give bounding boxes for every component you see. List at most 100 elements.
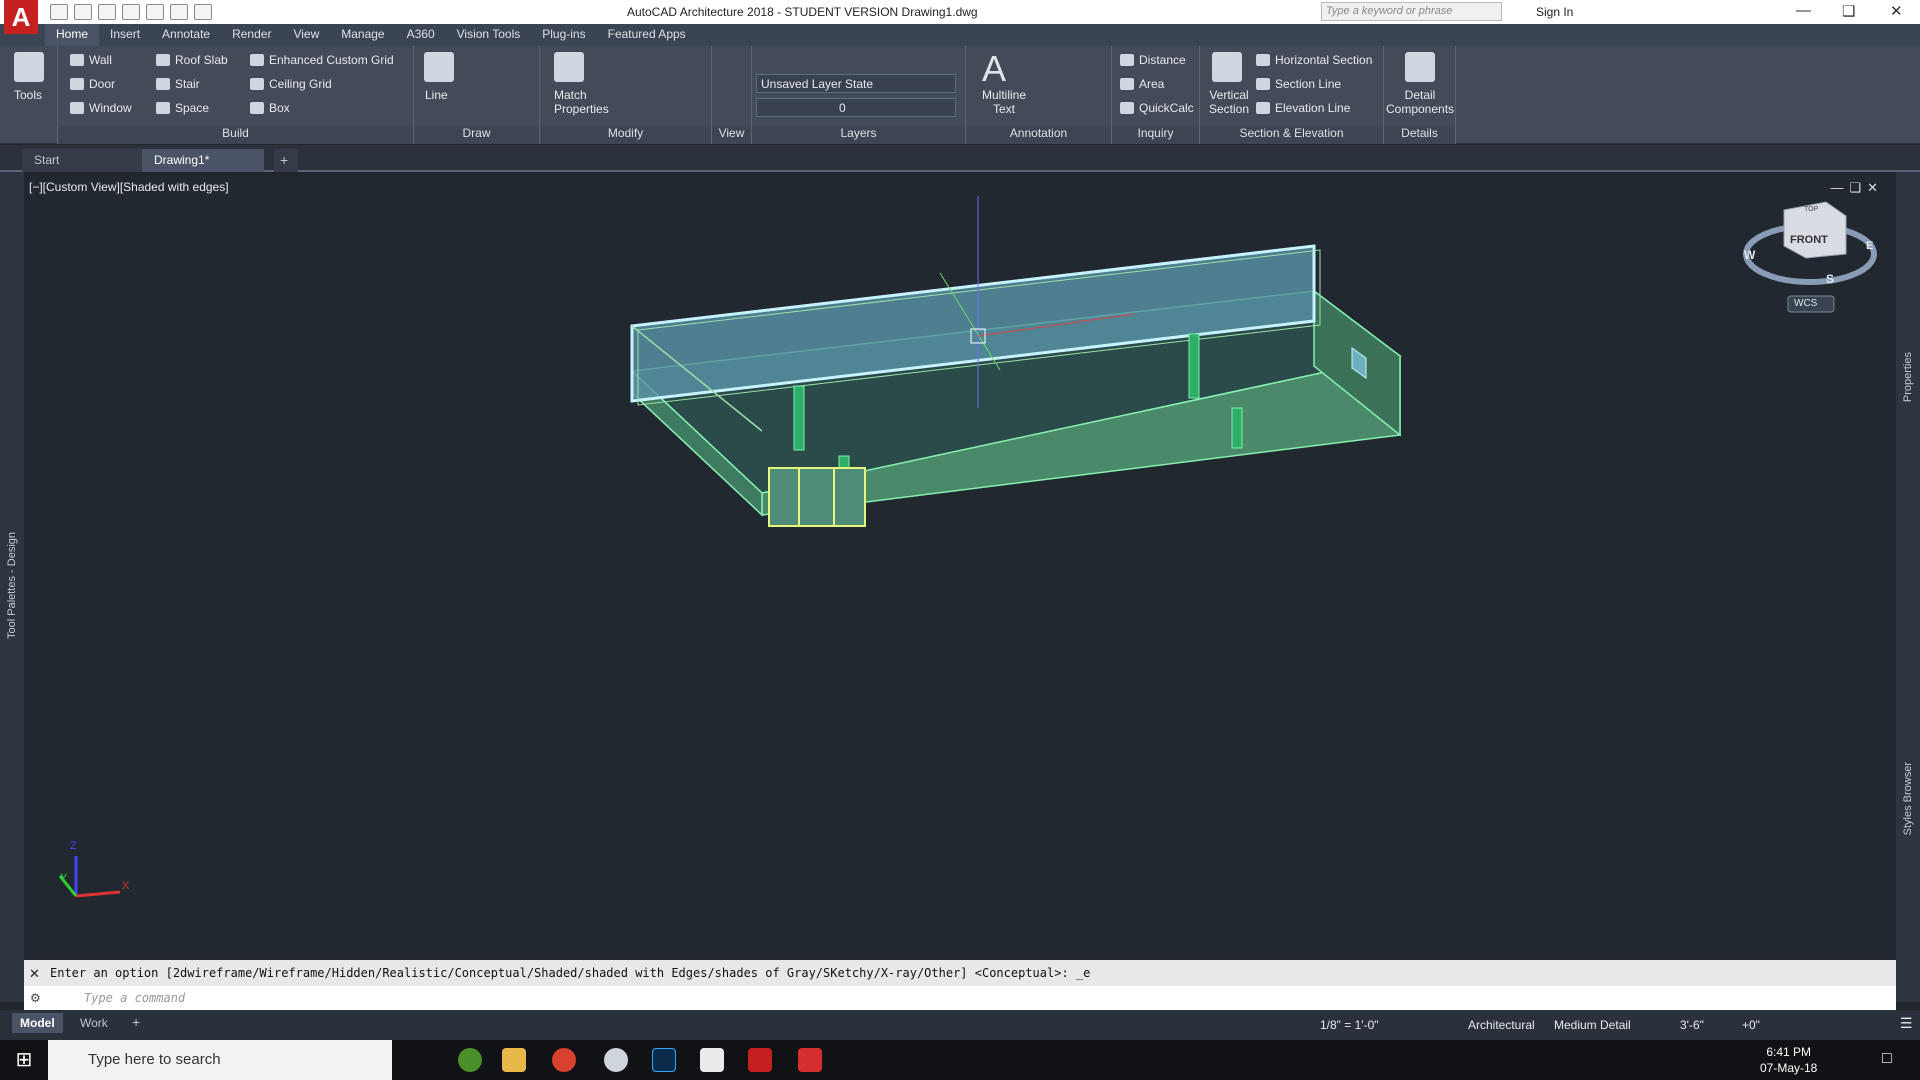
tab-featured-apps[interactable]: Featured Apps: [597, 24, 697, 46]
layer-dropdown[interactable]: 0: [756, 98, 956, 117]
status-menu-icon[interactable]: ☰: [1900, 1015, 1913, 1032]
column[interactable]: [1188, 333, 1200, 399]
stair-button[interactable]: Stair: [156, 77, 200, 91]
tab-manage[interactable]: Manage: [330, 24, 395, 46]
command-input[interactable]: Type a command: [24, 986, 1896, 1010]
compass-east[interactable]: E: [1866, 240, 1873, 252]
wcs-label[interactable]: WCS: [1794, 298, 1817, 309]
workspace-icon[interactable]: [194, 4, 212, 20]
tab-model[interactable]: Model: [12, 1013, 63, 1033]
close-icon[interactable]: ✕: [1890, 2, 1903, 20]
tools-icon[interactable]: [14, 52, 44, 82]
column[interactable]: [793, 385, 805, 451]
section-line-button[interactable]: Section Line: [1256, 77, 1341, 91]
restore-icon[interactable]: ❑: [1842, 2, 1855, 20]
undo-icon[interactable]: [146, 4, 164, 20]
tab-work[interactable]: Work: [72, 1013, 116, 1033]
draw-panel-title[interactable]: Draw: [414, 126, 539, 144]
cut-plane-elevation[interactable]: 3'-6": [1680, 1018, 1704, 1032]
custom-grid-button[interactable]: Enhanced Custom Grid: [250, 53, 394, 67]
compass-south[interactable]: S: [1826, 272, 1834, 286]
chrome-icon[interactable]: [552, 1048, 576, 1072]
photos-icon[interactable]: [700, 1048, 724, 1072]
taskbar-clock[interactable]: 6:41 PM 07-May-18: [1760, 1044, 1817, 1076]
properties-label[interactable]: Properties: [1902, 352, 1914, 402]
space-button[interactable]: Space: [156, 101, 209, 115]
minimize-icon[interactable]: —: [1796, 2, 1811, 19]
help-search-input[interactable]: Type a keyword or phrase: [1321, 2, 1502, 21]
tab-view[interactable]: View: [282, 24, 330, 46]
roof-slab-button[interactable]: Roof Slab: [156, 53, 228, 67]
details-panel-title[interactable]: Details: [1384, 126, 1455, 144]
units-dropdown[interactable]: Architectural: [1468, 1018, 1535, 1032]
app-icon[interactable]: [604, 1048, 628, 1072]
file-explorer-icon[interactable]: [502, 1048, 526, 1072]
command-customize-icon[interactable]: ⚙: [30, 991, 41, 1005]
multiline-text-button[interactable]: Multiline Text: [978, 88, 1030, 116]
detail-components-button[interactable]: Detail Components: [1386, 88, 1454, 116]
tab-home[interactable]: Home: [45, 24, 100, 46]
styles-browser-label[interactable]: Styles Browser: [1902, 762, 1914, 835]
tools-button[interactable]: Tools: [14, 88, 42, 102]
elevation-offset[interactable]: +0": [1742, 1018, 1760, 1032]
new-tab-plus-icon[interactable]: +: [274, 149, 298, 172]
utorrent-icon[interactable]: [458, 1048, 482, 1072]
multiline-text-icon[interactable]: A: [982, 48, 1006, 90]
annotation-scale[interactable]: 1/8" = 1'-0": [1320, 1018, 1379, 1032]
box-button[interactable]: Box: [250, 101, 290, 115]
viewcube-front-label[interactable]: FRONT: [1790, 234, 1828, 246]
vertical-section-icon[interactable]: [1212, 52, 1242, 82]
elevation-line-button[interactable]: Elevation Line: [1256, 101, 1350, 115]
tab-drawing1[interactable]: Drawing1*: [142, 149, 264, 172]
wall-button[interactable]: Wall: [70, 53, 112, 67]
quickcalc-button[interactable]: QuickCalc: [1120, 101, 1194, 115]
ceiling-grid-button[interactable]: Ceiling Grid: [250, 77, 332, 91]
tab-plug-ins[interactable]: Plug-ins: [531, 24, 596, 46]
line-icon[interactable]: [424, 52, 454, 82]
sketchup-icon[interactable]: [798, 1048, 822, 1072]
sign-in-button[interactable]: Sign In: [1536, 5, 1573, 19]
tab-a360[interactable]: A360: [396, 24, 446, 46]
window-object[interactable]: [768, 467, 866, 527]
drawing-viewport[interactable]: [−][Custom View][Shaded with edges] —❑✕: [24, 176, 1896, 958]
save-icon[interactable]: [98, 4, 116, 20]
windows-start-icon[interactable]: ⊞: [0, 1040, 48, 1080]
section-panel-title[interactable]: Section & Elevation: [1200, 126, 1383, 144]
annotation-panel-title[interactable]: Annotation: [966, 126, 1111, 144]
layers-panel-title[interactable]: Layers: [752, 126, 965, 144]
door-button[interactable]: Door: [70, 77, 115, 91]
tab-start[interactable]: Start: [22, 149, 142, 172]
vertical-section-button[interactable]: Vertical Section: [1206, 88, 1252, 116]
open-icon[interactable]: [74, 4, 92, 20]
tab-render[interactable]: Render: [221, 24, 282, 46]
build-panel-title[interactable]: Build: [58, 126, 413, 144]
tab-annotate[interactable]: Annotate: [151, 24, 221, 46]
command-close-icon[interactable]: ✕: [29, 966, 40, 982]
notifications-icon[interactable]: □: [1882, 1050, 1892, 1068]
column[interactable]: [1231, 407, 1243, 449]
print-icon[interactable]: [122, 4, 140, 20]
autocad-taskbar-icon[interactable]: [748, 1048, 772, 1072]
viewcube-top-label[interactable]: TOP: [1804, 206, 1818, 213]
match-properties-icon[interactable]: [554, 52, 584, 82]
tool-palettes-label[interactable]: Tool Palettes - Design: [6, 532, 18, 639]
horizontal-section-button[interactable]: Horizontal Section: [1256, 53, 1372, 67]
tab-vision-tools[interactable]: Vision Tools: [446, 24, 532, 46]
window-button[interactable]: Window: [70, 101, 132, 115]
view-panel-title[interactable]: View: [712, 126, 751, 144]
tab-insert[interactable]: Insert: [99, 24, 151, 46]
add-layout-plus-icon[interactable]: +: [124, 1011, 148, 1033]
taskbar-search-input[interactable]: Type here to search: [48, 1040, 392, 1080]
autocad-logo[interactable]: A: [4, 0, 38, 34]
display-detail-dropdown[interactable]: Medium Detail: [1554, 1018, 1631, 1032]
area-button[interactable]: Area: [1120, 77, 1164, 91]
line-button[interactable]: Line: [425, 88, 448, 102]
match-properties-button[interactable]: Match Properties: [554, 88, 609, 116]
redo-icon[interactable]: [170, 4, 188, 20]
distance-button[interactable]: Distance: [1120, 53, 1186, 67]
compass-west[interactable]: W: [1744, 248, 1755, 262]
new-icon[interactable]: [50, 4, 68, 20]
photoshop-icon[interactable]: [652, 1048, 676, 1072]
modify-panel-title[interactable]: Modify: [540, 126, 711, 144]
inquiry-panel-title[interactable]: Inquiry: [1112, 126, 1199, 144]
